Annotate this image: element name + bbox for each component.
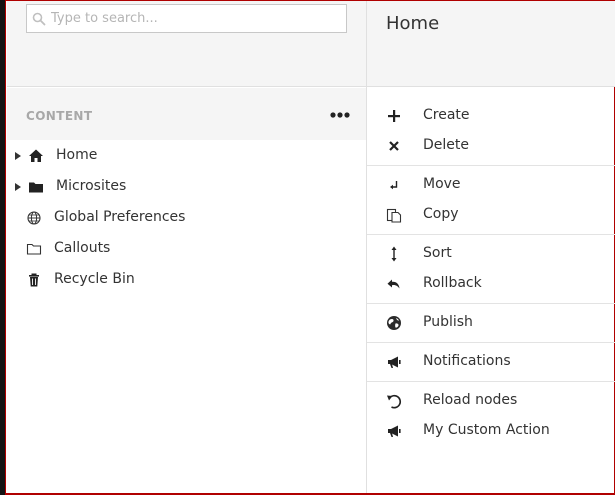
action-delete[interactable]: Delete: [367, 131, 615, 161]
action-label: Sort: [423, 245, 452, 261]
copy-icon: [386, 208, 402, 223]
megaphone-icon: [388, 356, 401, 368]
menu-divider: [367, 303, 615, 304]
house-icon: [29, 149, 43, 162]
action-move[interactable]: Move: [367, 170, 615, 200]
action-label: Notifications: [423, 353, 511, 369]
move-arrow-icon: [390, 181, 398, 190]
tree-item-callouts[interactable]: Callouts: [7, 233, 366, 264]
action-publish[interactable]: Publish: [367, 308, 615, 338]
tree-item-home[interactable]: Home: [7, 140, 366, 171]
action-copy[interactable]: Copy: [367, 200, 615, 230]
content-section-title: CONTENT: [26, 109, 93, 123]
action-my-custom-action[interactable]: My Custom Action: [367, 416, 615, 446]
action-label: Move: [423, 176, 461, 192]
sort-arrows-icon: [391, 246, 397, 262]
action-label: My Custom Action: [423, 422, 550, 438]
globe-icon: [27, 211, 41, 225]
action-label: Create: [423, 107, 470, 123]
search-icon: [32, 12, 46, 26]
tree-item-label: Microsites: [56, 178, 127, 194]
search-area: [7, 1, 366, 87]
menu-divider: [367, 234, 615, 235]
search-input[interactable]: [51, 5, 343, 32]
plus-icon: [388, 110, 400, 122]
caret-right-icon[interactable]: [15, 183, 21, 191]
folder-icon: [29, 182, 43, 193]
action-create[interactable]: Create: [367, 101, 615, 131]
tree-item-recycle-bin[interactable]: Recycle Bin: [7, 264, 366, 295]
actions-panel-title: Home: [386, 13, 440, 34]
tree-item-label: Recycle Bin: [54, 271, 135, 287]
undo-icon: [387, 279, 400, 289]
tree-item-label: Global Preferences: [54, 209, 186, 225]
trash-icon: [29, 273, 39, 287]
actions-panel-header: Home: [367, 1, 615, 87]
action-label: Copy: [423, 206, 459, 222]
tree-item-microsites[interactable]: Microsites: [7, 171, 366, 202]
tree-item-label: Callouts: [54, 240, 111, 256]
action-label: Rollback: [423, 275, 482, 291]
action-label: Reload nodes: [423, 392, 518, 408]
menu-divider: [367, 381, 615, 382]
action-label: Publish: [423, 314, 473, 330]
action-reload-nodes[interactable]: Reload nodes: [367, 386, 615, 416]
action-rollback[interactable]: Rollback: [367, 269, 615, 299]
search-box[interactable]: [26, 4, 347, 33]
actions-panel: Home Create Delete Move Copy Sort Rollba…: [366, 1, 615, 493]
close-icon: [389, 141, 399, 151]
tree-item-global-preferences[interactable]: Global Preferences: [7, 202, 366, 233]
window-left-border: [0, 0, 6, 495]
menu-divider: [367, 165, 615, 166]
action-sort[interactable]: Sort: [367, 239, 615, 269]
tree-item-label: Home: [56, 147, 98, 163]
ellipsis-icon[interactable]: [329, 110, 351, 120]
action-label: Delete: [423, 137, 469, 153]
caret-right-icon[interactable]: [15, 152, 21, 160]
globe-icon: [387, 316, 401, 330]
action-notifications[interactable]: Notifications: [367, 347, 615, 377]
megaphone-icon: [388, 425, 401, 437]
content-tree-panel: CONTENT Home Microsites: [7, 1, 366, 493]
menu-divider: [367, 342, 615, 343]
content-section-header: CONTENT: [7, 88, 366, 140]
reload-icon: [387, 394, 402, 409]
folder-outline-icon: [26, 243, 42, 255]
